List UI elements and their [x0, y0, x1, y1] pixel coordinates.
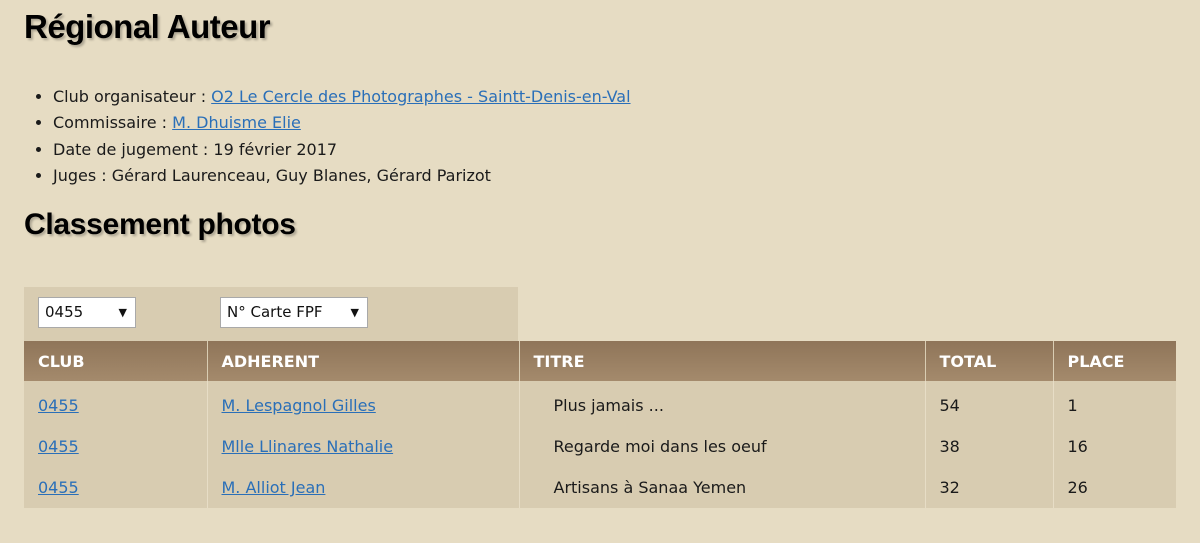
column-header-total[interactable]: TOTAL: [925, 341, 1054, 381]
titre-cell: Artisans à Sanaa Yemen: [519, 467, 926, 508]
total-cell: 32: [925, 467, 1054, 508]
page-title: Régional Auteur: [24, 8, 271, 45]
total-cell: 54: [925, 381, 1054, 426]
club-cell: 0455: [24, 381, 208, 426]
filter-bar: 0455 ▼ N° Carte FPF ▼: [24, 287, 518, 341]
table-row: 0455 M. Alliot Jean Artisans à Sanaa Yem…: [24, 467, 1176, 508]
adherent-cell: M. Lespagnol Gilles: [207, 381, 520, 426]
info-juges: Juges : Gérard Laurenceau, Guy Blanes, G…: [53, 163, 631, 189]
info-date-jugement: Date de jugement : 19 février 2017: [53, 137, 631, 163]
place-cell: 1: [1053, 381, 1176, 426]
info-label: Date de jugement :: [53, 139, 214, 159]
adherent-link[interactable]: Mlle Llinares Nathalie: [222, 437, 394, 456]
adherent-cell: Mlle Llinares Nathalie: [207, 426, 520, 467]
chevron-down-icon: ▼: [350, 306, 359, 319]
club-link[interactable]: 0455: [38, 437, 79, 456]
titre-cell: Plus jamais ...: [519, 381, 926, 426]
place-cell: 26: [1053, 467, 1176, 508]
ranking-table: CLUB ADHERENT TITRE TOTAL PLACE 0455 M. …: [24, 341, 1176, 508]
club-organisateur-link[interactable]: O2 Le Cercle des Photographes - Saintt-D…: [211, 87, 630, 106]
column-header-club[interactable]: CLUB: [24, 341, 208, 381]
info-value: Gérard Laurenceau, Guy Blanes, Gérard Pa…: [111, 165, 491, 185]
club-link[interactable]: 0455: [38, 396, 79, 415]
club-cell: 0455: [24, 426, 208, 467]
club-select-value: 0455: [45, 303, 84, 321]
column-header-titre[interactable]: TITRE: [519, 341, 926, 381]
place-cell: 16: [1053, 426, 1176, 467]
sort-select-value: N° Carte FPF: [227, 303, 323, 321]
club-select[interactable]: 0455 ▼: [38, 297, 136, 328]
competition-info-list: Club organisateur : O2 Le Cercle des Pho…: [24, 84, 631, 189]
info-label: Commissaire :: [53, 113, 173, 133]
column-header-place[interactable]: PLACE: [1053, 341, 1176, 381]
chevron-down-icon: ▼: [118, 306, 127, 319]
adherent-link[interactable]: M. Alliot Jean: [222, 478, 326, 497]
total-cell: 38: [925, 426, 1054, 467]
club-link[interactable]: 0455: [38, 478, 79, 497]
section-title: Classement photos: [24, 208, 296, 241]
commissaire-link[interactable]: M. Dhuisme Elie: [172, 113, 301, 132]
info-club-organisateur: Club organisateur : O2 Le Cercle des Pho…: [53, 84, 631, 110]
titre-cell: Regarde moi dans les oeuf: [519, 426, 926, 467]
column-header-adherent[interactable]: ADHERENT: [207, 341, 520, 381]
sort-select[interactable]: N° Carte FPF ▼: [220, 297, 368, 328]
table-header-row: CLUB ADHERENT TITRE TOTAL PLACE: [24, 341, 1176, 381]
table-row: 0455 Mlle Llinares Nathalie Regarde moi …: [24, 426, 1176, 467]
table-row: 0455 M. Lespagnol Gilles Plus jamais ...…: [24, 381, 1176, 426]
info-label: Juges :: [53, 165, 112, 185]
info-label: Club organisateur :: [53, 87, 212, 106]
club-cell: 0455: [24, 467, 208, 508]
adherent-cell: M. Alliot Jean: [207, 467, 520, 508]
adherent-link[interactable]: M. Lespagnol Gilles: [222, 396, 376, 415]
info-commissaire: Commissaire : M. Dhuisme Elie: [53, 110, 631, 136]
info-value: 19 février 2017: [213, 139, 338, 159]
